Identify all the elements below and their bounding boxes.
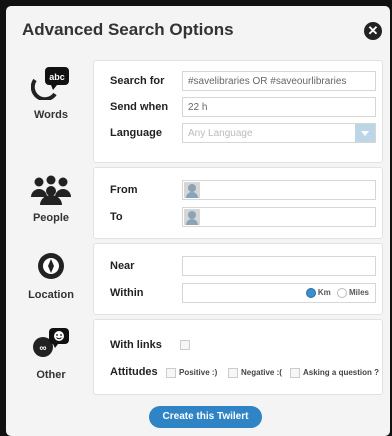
positive-checkbox[interactable]	[166, 368, 176, 378]
to-label: To	[110, 211, 123, 223]
people-panel: From To	[93, 167, 383, 239]
words-icon-text: abc	[49, 72, 65, 82]
location-label: Location	[28, 289, 74, 301]
people-icon	[10, 175, 92, 210]
negative-option[interactable]: Negative :(	[228, 368, 282, 378]
to-input[interactable]	[182, 207, 376, 227]
dialog-header: Advanced Search Options ✕	[6, 6, 390, 56]
other-label: Other	[36, 369, 66, 381]
search-for-label: Search for	[110, 75, 165, 87]
other-icon-column: ∞ Other	[10, 319, 92, 395]
other-icon: ∞	[10, 327, 92, 364]
language-select[interactable]: Any Language	[182, 123, 376, 143]
words-panel: Search for #savelibraries OR #saveourlib…	[93, 60, 383, 163]
question-label: Asking a question ?	[303, 368, 380, 378]
other-panel: With links Attitudes Positive :) Negativ…	[93, 319, 383, 395]
near-label: Near	[110, 260, 135, 272]
send-when-label: Send when	[110, 101, 169, 113]
compass-icon	[10, 251, 92, 286]
words-icon: abc	[10, 66, 92, 105]
other-section: ∞ Other With links Attitudes Positive :)…	[10, 319, 386, 395]
within-label: Within	[110, 287, 144, 299]
negative-checkbox[interactable]	[228, 368, 238, 378]
miles-radio[interactable]	[336, 288, 347, 298]
close-icon[interactable]: ✕	[364, 22, 382, 40]
km-label: Km	[317, 288, 331, 298]
attitudes-label: Attitudes	[110, 366, 158, 378]
user-avatar-icon	[184, 209, 200, 225]
search-for-input[interactable]: #savelibraries OR #saveourlibraries	[182, 71, 376, 91]
from-input[interactable]	[182, 180, 376, 200]
within-input[interactable]: Km Miles	[182, 283, 376, 303]
question-option[interactable]: Asking a question ?	[290, 368, 379, 378]
unit-toggle: Km Miles	[305, 288, 369, 298]
people-section: People From To	[10, 167, 386, 239]
location-section: Location Near Within Km Miles	[10, 243, 386, 315]
user-avatar-icon	[184, 182, 200, 198]
dialog-title: Advanced Search Options	[22, 20, 234, 39]
from-label: From	[110, 184, 138, 196]
chevron-down-icon[interactable]	[355, 124, 375, 142]
miles-label: Miles	[348, 288, 369, 298]
attitudes-options: Positive :) Negative :( Asking a questio…	[166, 362, 382, 382]
with-links-label: With links	[110, 339, 162, 351]
create-twilert-button[interactable]: Create this Twilert	[149, 406, 262, 428]
svg-text:∞: ∞	[39, 343, 46, 354]
km-radio[interactable]	[305, 288, 316, 298]
people-icon-column: People	[10, 167, 92, 239]
words-icon-column: abc Words	[10, 60, 92, 163]
positive-label: Positive :)	[179, 368, 218, 378]
positive-option[interactable]: Positive :)	[166, 368, 217, 378]
location-icon-column: Location	[10, 243, 92, 315]
with-links-checkbox[interactable]	[180, 340, 190, 350]
question-checkbox[interactable]	[290, 368, 300, 378]
location-panel: Near Within Km Miles	[93, 243, 383, 315]
language-select-value: Any Language	[188, 128, 253, 139]
advanced-search-dialog: Advanced Search Options ✕ abc Words Sear…	[6, 6, 390, 436]
send-when-input[interactable]: 22 h	[182, 97, 376, 117]
language-label: Language	[110, 127, 162, 139]
near-input[interactable]	[182, 256, 376, 276]
words-label: Words	[33, 109, 69, 121]
people-label: People	[32, 212, 70, 224]
words-section: abc Words Search for #savelibraries OR #…	[10, 60, 386, 163]
negative-label: Negative :(	[241, 368, 282, 378]
